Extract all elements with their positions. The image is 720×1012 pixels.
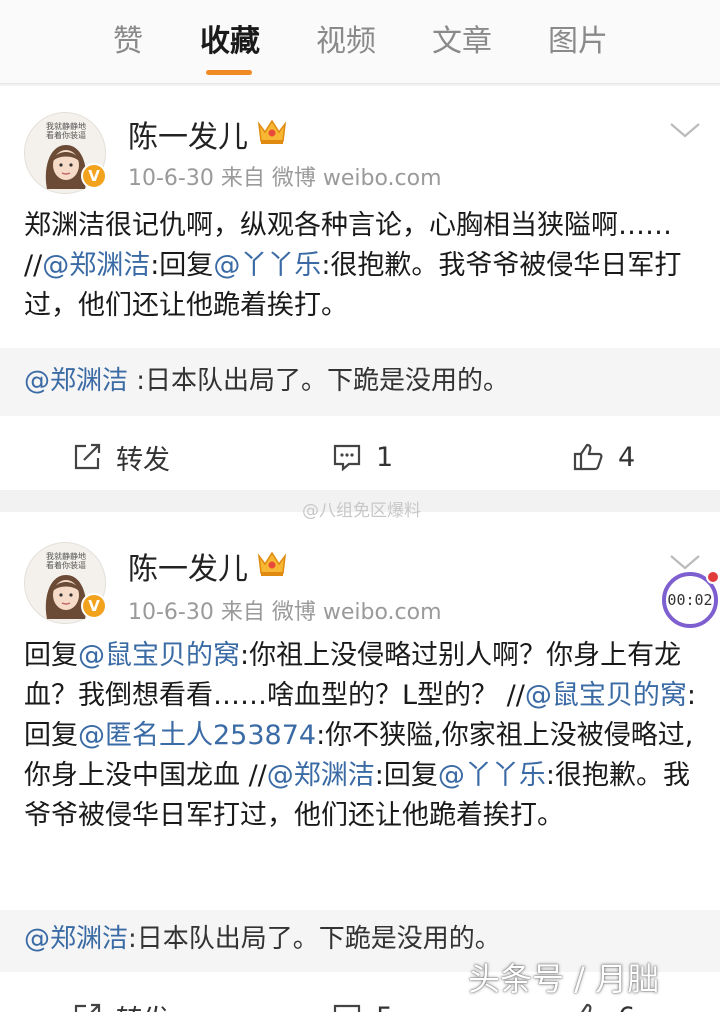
post-username[interactable]: 陈一发儿 xyxy=(128,544,248,588)
active-tab-indicator xyxy=(206,70,252,75)
comment-button[interactable]: 5 xyxy=(332,982,393,1012)
mention-link[interactable]: @丫丫乐 xyxy=(438,760,546,791)
verified-badge-icon: V xyxy=(81,163,107,189)
mention-link[interactable]: @匿名土人253874 xyxy=(78,720,316,751)
mention-link[interactable]: @鼠宝贝的窝 xyxy=(78,640,240,671)
post-card[interactable]: 我就静静地 看着你装逼 V 陈一发儿 10-6-30 来自 微博 weibo.co… xyxy=(0,86,720,490)
post-card[interactable]: 我就静静地 看着你装逼 V 陈一发儿 10-6-30 来自 微博 weibo.co… xyxy=(0,512,720,1012)
weibo-watermark: @八组免区爆料 xyxy=(302,501,421,521)
mention-link[interactable]: @郑渊洁 xyxy=(267,760,375,791)
tab-articles[interactable]: 文章 xyxy=(430,20,494,64)
tab-likes[interactable]: 赞 xyxy=(110,20,146,64)
forward-icon xyxy=(74,1003,101,1012)
post-meta: 10-6-30 来自 微博 weibo.com xyxy=(128,600,442,625)
tab-favorites[interactable]: 收藏 xyxy=(198,20,262,64)
source-watermark: 头条号 / 月朏 xyxy=(468,960,660,998)
avatar[interactable]: 我就静静地 看着你装逼 V xyxy=(24,112,107,194)
repost-box[interactable]: @郑渊洁 :日本队出局了。下跪是没用的。 xyxy=(0,348,720,416)
avatar[interactable]: 我就静静地 看着你装逼 V xyxy=(24,542,107,624)
thumbs-up-icon xyxy=(573,443,603,471)
mention-link[interactable]: @郑渊洁 xyxy=(42,250,150,281)
chevron-down-icon[interactable] xyxy=(668,120,702,140)
post-actions: 转发 1 4 xyxy=(0,422,720,492)
forward-button[interactable]: 转发 xyxy=(72,982,170,1012)
mention-link[interactable]: @丫丫乐 xyxy=(213,250,321,281)
mention-link[interactable]: @鼠宝贝的窝 xyxy=(525,680,687,711)
vip-crown-icon xyxy=(257,119,287,144)
thumbs-up-icon xyxy=(581,1003,592,1012)
vip-crown-icon xyxy=(257,551,287,576)
comment-icon xyxy=(333,444,361,472)
like-button[interactable]: 4 xyxy=(572,422,635,492)
post-meta: 10-6-30 来自 微博 weibo.com xyxy=(128,166,442,191)
post-username[interactable]: 陈一发儿 xyxy=(128,112,248,156)
post-body: 郑渊洁很记仇啊，纵观各种言论，心胸相当狭隘啊…… //@郑渊洁:回复@丫丫乐:很… xyxy=(24,210,682,321)
avatar-caption: 我就静静地 看着你装逼 xyxy=(46,552,86,570)
forward-button[interactable]: 转发 xyxy=(72,422,170,492)
forward-icon xyxy=(74,443,101,470)
comment-icon xyxy=(333,1004,361,1012)
avatar-caption: 我就静静地 看着你装逼 xyxy=(46,122,86,140)
notification-dot xyxy=(706,570,720,584)
comment-button[interactable]: 1 xyxy=(332,422,393,492)
post-body: 回复@鼠宝贝的窝:你祖上没侵略过别人啊？你身上有龙血？我倒想看看……啥血型的？L… xyxy=(24,640,696,831)
chevron-down-icon[interactable] xyxy=(668,552,702,572)
tab-bar: 赞 收藏 视频 文章 图片 xyxy=(0,0,720,84)
tab-images[interactable]: 图片 xyxy=(546,20,610,64)
verified-badge-icon: V xyxy=(81,593,107,619)
mention-link[interactable]: @郑渊洁 xyxy=(24,924,128,954)
tab-videos[interactable]: 视频 xyxy=(314,20,378,64)
mention-link[interactable]: @郑渊洁 xyxy=(24,366,128,396)
floating-timer-button[interactable]: 00:02 xyxy=(662,570,720,628)
